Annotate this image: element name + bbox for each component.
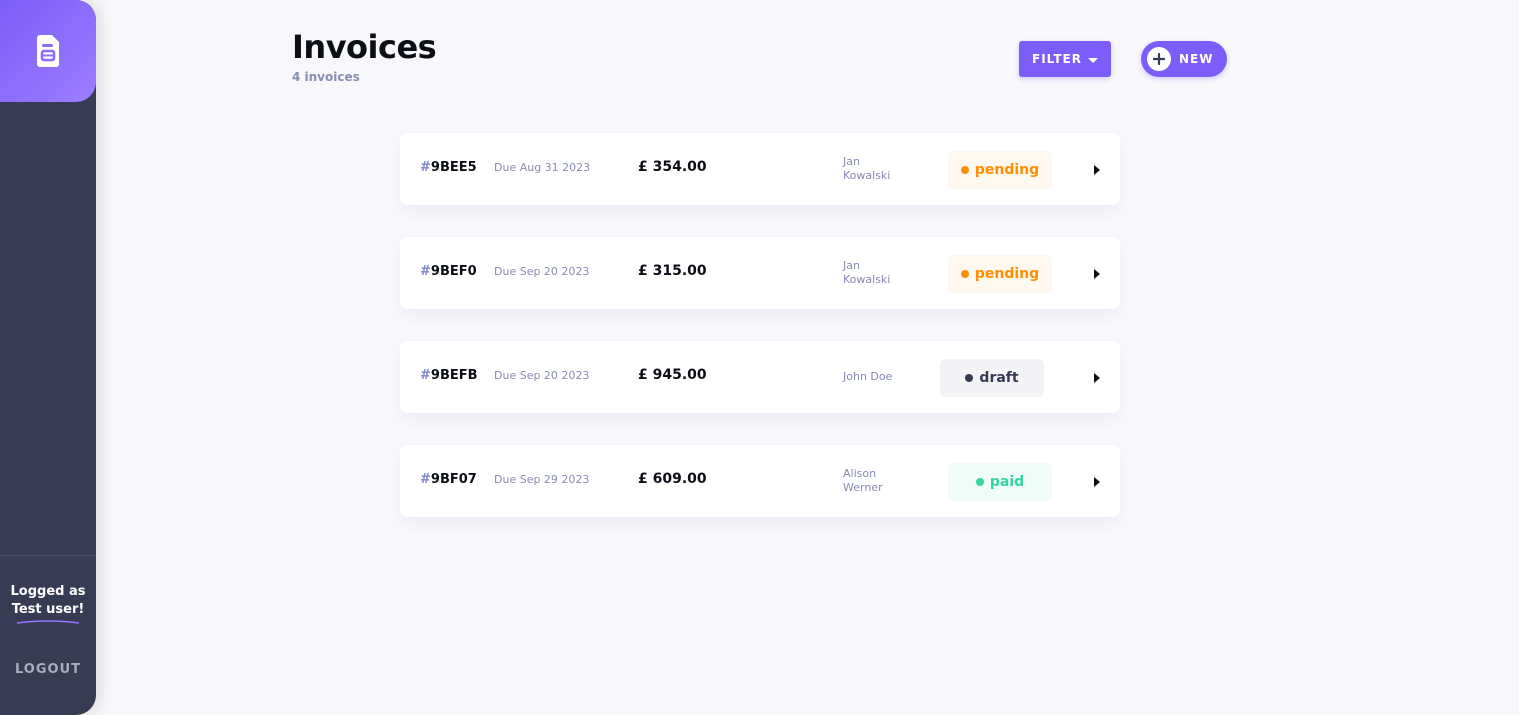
status-dot-icon xyxy=(960,166,969,174)
invoice-id: #9BEFB xyxy=(420,368,478,383)
chevron-right-icon[interactable] xyxy=(1094,165,1100,175)
invoice-due-date: Due Sep 20 2023 xyxy=(494,265,590,278)
new-label: NEW xyxy=(1179,52,1214,66)
invoice-amount: £ 609.00 xyxy=(638,471,707,487)
status-label: pending xyxy=(974,162,1040,178)
chevron-right-icon[interactable] xyxy=(1094,477,1100,487)
chevron-right-icon[interactable] xyxy=(1094,269,1100,279)
invoice-due-date: Due Aug 31 2023 xyxy=(494,161,591,174)
invoice-due-date: Due Sep 29 2023 xyxy=(494,473,590,486)
username-text: Test user! xyxy=(11,602,85,617)
logged-as-label: Logged as xyxy=(10,584,86,599)
invoice-id: #9BEF0 xyxy=(420,264,477,279)
status-badge: draft xyxy=(940,359,1044,397)
sidebar: Logged as Test user! LOGOUT xyxy=(0,0,96,715)
username-underline xyxy=(16,620,80,624)
logout-button[interactable]: LOGOUT xyxy=(0,662,96,677)
invoice-amount: £ 354.00 xyxy=(638,159,707,175)
plus-icon xyxy=(1147,47,1171,71)
status-badge: pending xyxy=(948,151,1052,189)
app-logo[interactable] xyxy=(0,0,96,102)
invoice-amount: £ 945.00 xyxy=(638,367,707,383)
new-invoice-button[interactable]: NEW xyxy=(1141,41,1227,77)
invoice-amount: £ 315.00 xyxy=(638,263,707,279)
status-badge: paid xyxy=(948,463,1052,501)
invoice-row[interactable]: #9BF07 Due Sep 29 2023 £ 609.00 Alison We… xyxy=(400,445,1120,517)
invoice-id: #9BF07 xyxy=(420,472,477,487)
document-icon xyxy=(37,35,59,67)
chevron-right-icon[interactable] xyxy=(1094,373,1100,383)
status-label: paid xyxy=(989,474,1025,490)
filter-label: FILTER xyxy=(1032,52,1082,66)
invoice-client: John Doe xyxy=(843,370,893,383)
caret-down-icon xyxy=(1087,57,1098,63)
status-dot-icon xyxy=(965,374,974,382)
status-dot-icon xyxy=(960,270,969,278)
logged-user-info: Logged as Test user! xyxy=(0,583,96,628)
invoice-due-date: Due Sep 20 2023 xyxy=(494,369,590,382)
invoice-client: Alison Werner xyxy=(843,467,883,494)
page-title: Invoices xyxy=(292,28,437,66)
invoice-row[interactable]: #9BEFB Due Sep 20 2023 £ 945.00 John Doe… xyxy=(400,341,1120,413)
sidebar-divider xyxy=(0,555,96,556)
invoice-client: Jan Kowalski xyxy=(843,155,891,182)
invoice-count: 4 invoices xyxy=(292,70,360,84)
status-label: draft xyxy=(979,370,1019,386)
username: Test user! xyxy=(11,601,85,628)
invoice-row[interactable]: #9BEF0 Due Sep 20 2023 £ 315.00 Jan Kowal… xyxy=(400,237,1120,309)
invoice-id: #9BEE5 xyxy=(420,160,477,175)
status-dot-icon xyxy=(975,478,984,486)
invoice-list: #9BEE5 Due Aug 31 2023 £ 354.00 Jan Kowal… xyxy=(400,133,1120,549)
invoice-row[interactable]: #9BEE5 Due Aug 31 2023 £ 354.00 Jan Kowal… xyxy=(400,133,1120,205)
status-label: pending xyxy=(974,266,1040,282)
status-badge: pending xyxy=(948,255,1052,293)
filter-button[interactable]: FILTER xyxy=(1019,41,1111,77)
invoice-client: Jan Kowalski xyxy=(843,259,891,286)
